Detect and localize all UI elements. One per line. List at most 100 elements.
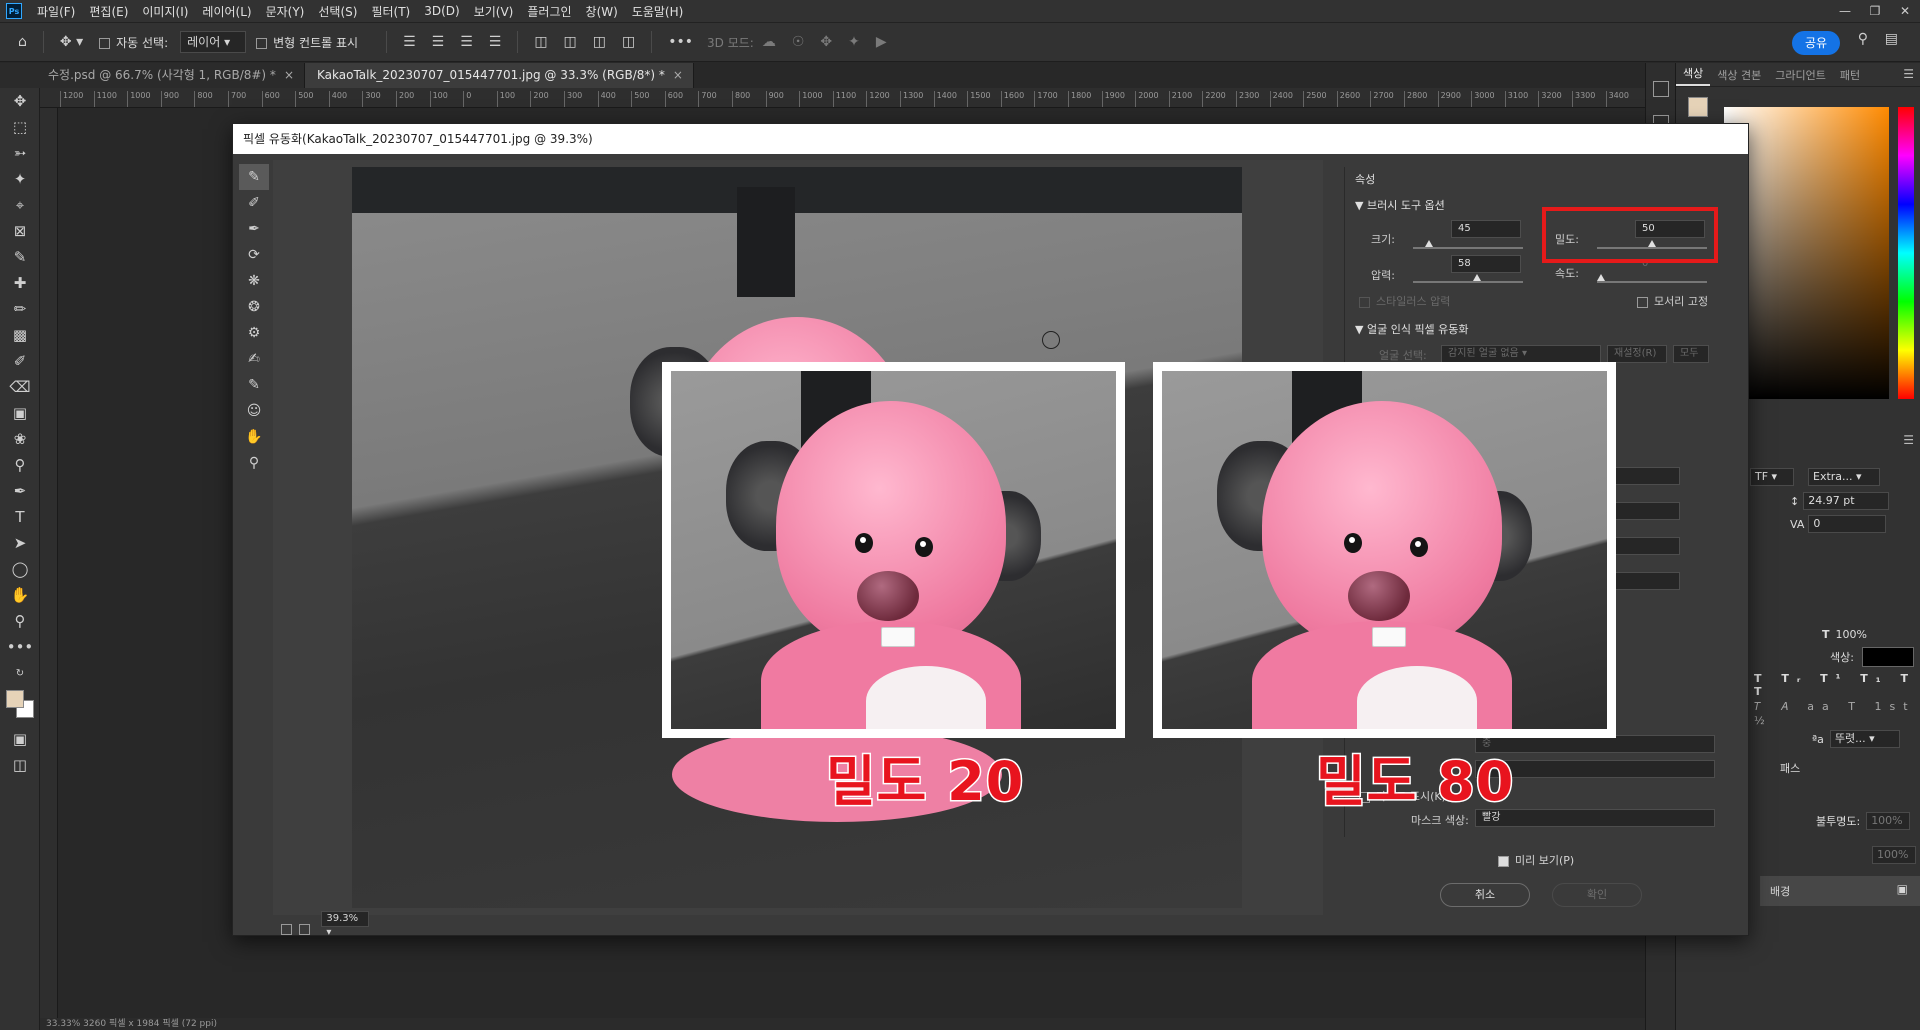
zoom-tool-icon[interactable]: ⚲ [0, 608, 40, 634]
blur-tool-icon[interactable]: ❀ [0, 426, 40, 452]
size-input[interactable]: 45 [1451, 220, 1521, 238]
close-icon[interactable]: × [673, 68, 683, 82]
3d-slide-icon[interactable]: ✦ [848, 34, 860, 50]
forward-warp-icon[interactable]: ✎ [239, 164, 269, 190]
rate-slider[interactable] [1597, 281, 1707, 283]
rate-slider-thumb[interactable] [1597, 274, 1605, 281]
menu-help[interactable]: 도움말(H) [625, 3, 691, 20]
stylus-pressure-checkbox[interactable]: 스타일러스 압력 [1359, 293, 1450, 309]
search-icon[interactable]: ⚲ [1858, 31, 1868, 47]
face-slider-input[interactable] [1615, 502, 1680, 520]
preview-checkbox[interactable]: 미리 보기(P) [1498, 852, 1574, 868]
panel-menu-icon[interactable]: ☰ [1903, 433, 1914, 447]
face-slider-input[interactable] [1615, 572, 1680, 590]
pin-edges-checkbox[interactable]: 모서리 고정 [1637, 293, 1708, 309]
close-icon[interactable]: × [284, 68, 294, 82]
dodge-tool-icon[interactable]: ⚲ [0, 452, 40, 478]
foreground-color-swatch[interactable] [6, 690, 24, 708]
ellipse-tool-icon[interactable]: ◯ [0, 556, 40, 582]
face-tool-icon[interactable]: ☺ [239, 398, 269, 424]
menu-view[interactable]: 보기(V) [467, 3, 521, 20]
tab-document-1[interactable]: 수정.psd @ 66.7% (사각형 1, RGB/8#) * × [0, 63, 305, 88]
path-selection-icon[interactable]: ➤ [0, 530, 40, 556]
stamp-tool-icon[interactable]: ▩ [0, 322, 40, 348]
ok-button[interactable]: 확인 [1552, 883, 1642, 907]
zoom-in-icon[interactable] [299, 924, 311, 935]
menu-layer[interactable]: 레이어(L) [195, 3, 258, 20]
menu-window[interactable]: 창(W) [579, 3, 625, 20]
freeze-mask-icon[interactable]: ✍ [239, 346, 269, 372]
3d-roll-icon[interactable]: ☉ [792, 34, 805, 50]
hand-tool-icon[interactable]: ✋ [239, 424, 269, 450]
zoom-tool-icon[interactable]: ⚲ [239, 450, 269, 476]
crop-tool-icon[interactable]: ⌖ [0, 192, 40, 218]
align-middle-icon[interactable]: ◫ [564, 34, 577, 50]
leading-input[interactable]: 24.97 pt [1803, 492, 1890, 510]
close-icon[interactable]: ✕ [1890, 0, 1920, 22]
anti-alias-dropdown[interactable]: 뚜렷... ▾ [1829, 730, 1900, 748]
face-select-dropdown[interactable]: 감지된 얼굴 없음 ▾ [1441, 345, 1601, 363]
tab-paths[interactable]: 패스 [1780, 760, 1800, 776]
cancel-button[interactable]: 취소 [1440, 883, 1530, 907]
3d-orbit-icon[interactable]: ☁ [762, 34, 776, 50]
3d-camera-icon[interactable]: ▶ [876, 34, 887, 50]
font-style-dropdown[interactable]: Extra... ▾ [1808, 468, 1880, 486]
menu-file[interactable]: 파일(F) [30, 3, 82, 20]
pen-tool-icon[interactable]: ✒ [0, 478, 40, 504]
marquee-tool-icon[interactable]: ⬚ [0, 114, 40, 140]
history-icon[interactable] [1652, 81, 1669, 97]
tab-color[interactable]: 색상 [1676, 64, 1711, 86]
quick-mask-icon[interactable]: ▣ [0, 726, 40, 752]
history-brush-icon[interactable]: ✐ [0, 348, 40, 374]
brush-tool-icon[interactable]: ✏ [0, 296, 40, 322]
face-slider-input[interactable] [1615, 467, 1680, 485]
opentype-icons[interactable]: 𝑇 𝐴 aa T 1st ½ [1754, 700, 1920, 727]
lasso-tool-icon[interactable]: ➳ [0, 140, 40, 166]
size-slider[interactable] [1413, 247, 1523, 249]
minimize-icon[interactable]: — [1830, 0, 1860, 22]
pressure-slider-thumb[interactable] [1473, 274, 1481, 281]
checkbox-box[interactable] [99, 37, 111, 49]
tab-gradients[interactable]: 그라디언트 [1768, 67, 1833, 83]
gradient-tool-icon[interactable]: ▣ [0, 400, 40, 426]
eraser-icon[interactable]: ⌫ [0, 374, 40, 400]
menu-image[interactable]: 이미지(I) [135, 3, 195, 20]
align-right-icon[interactable]: ☰ [460, 34, 473, 50]
bloat-icon[interactable]: ❂ [239, 294, 269, 320]
face-liquify-header[interactable]: ▼ 얼굴 인식 픽셀 유동화 [1355, 321, 1469, 337]
distribute-vertical-icon[interactable]: ◫ [622, 34, 635, 50]
align-left-icon[interactable]: ☰ [403, 34, 416, 50]
face-slider-input[interactable] [1615, 537, 1680, 555]
pressure-input[interactable]: 58 [1451, 255, 1521, 273]
twirl-icon[interactable]: ⟳ [239, 242, 269, 268]
panel-fg-swatch[interactable] [1688, 97, 1708, 117]
layer-row-background[interactable]: 배경 ▣ [1760, 876, 1920, 906]
zoom-out-icon[interactable] [281, 924, 292, 935]
type-style-icons[interactable]: T Tᵣ T¹ T₁ T T [1754, 672, 1920, 698]
eyedropper-icon[interactable]: ✎ [0, 244, 40, 270]
checkbox-box[interactable] [1359, 296, 1370, 308]
more-icon[interactable]: ••• [668, 34, 693, 50]
reconstruct-icon[interactable]: ✐ [239, 190, 269, 216]
align-center-icon[interactable]: ☰ [432, 34, 445, 50]
fill-input[interactable]: 100% [1872, 846, 1916, 864]
menu-edit[interactable]: 편집(E) [82, 3, 135, 20]
checkbox-box[interactable] [1498, 855, 1509, 867]
all-button[interactable]: 모두 [1673, 345, 1709, 363]
3d-pan-icon[interactable]: ✥ [820, 34, 832, 50]
reset-button[interactable]: 재설정(R) [1607, 345, 1667, 363]
auto-select-dropdown[interactable]: 레이어 ▾ [180, 31, 247, 53]
pucker-icon[interactable]: ❋ [239, 268, 269, 294]
tab-document-2[interactable]: KakaoTalk_20230707_015447701.jpg @ 33.3%… [305, 63, 694, 88]
distribute-icon[interactable]: ☰ [489, 34, 502, 50]
thaw-mask-icon[interactable]: ✎ [239, 372, 269, 398]
opacity-input[interactable]: 100% [1866, 812, 1911, 830]
workspace-icon[interactable]: ▤ [1885, 31, 1898, 47]
checkbox-box[interactable] [1637, 296, 1648, 308]
restore-icon[interactable]: ❐ [1860, 0, 1890, 22]
smooth-icon[interactable]: ✒ [239, 216, 269, 242]
magic-wand-icon[interactable]: ✦ [0, 166, 40, 192]
healing-brush-icon[interactable]: ✚ [0, 270, 40, 296]
push-left-icon[interactable]: ⚙ [239, 320, 269, 346]
brush-options-header[interactable]: ▼ 브러시 도구 옵션 [1355, 197, 1445, 213]
